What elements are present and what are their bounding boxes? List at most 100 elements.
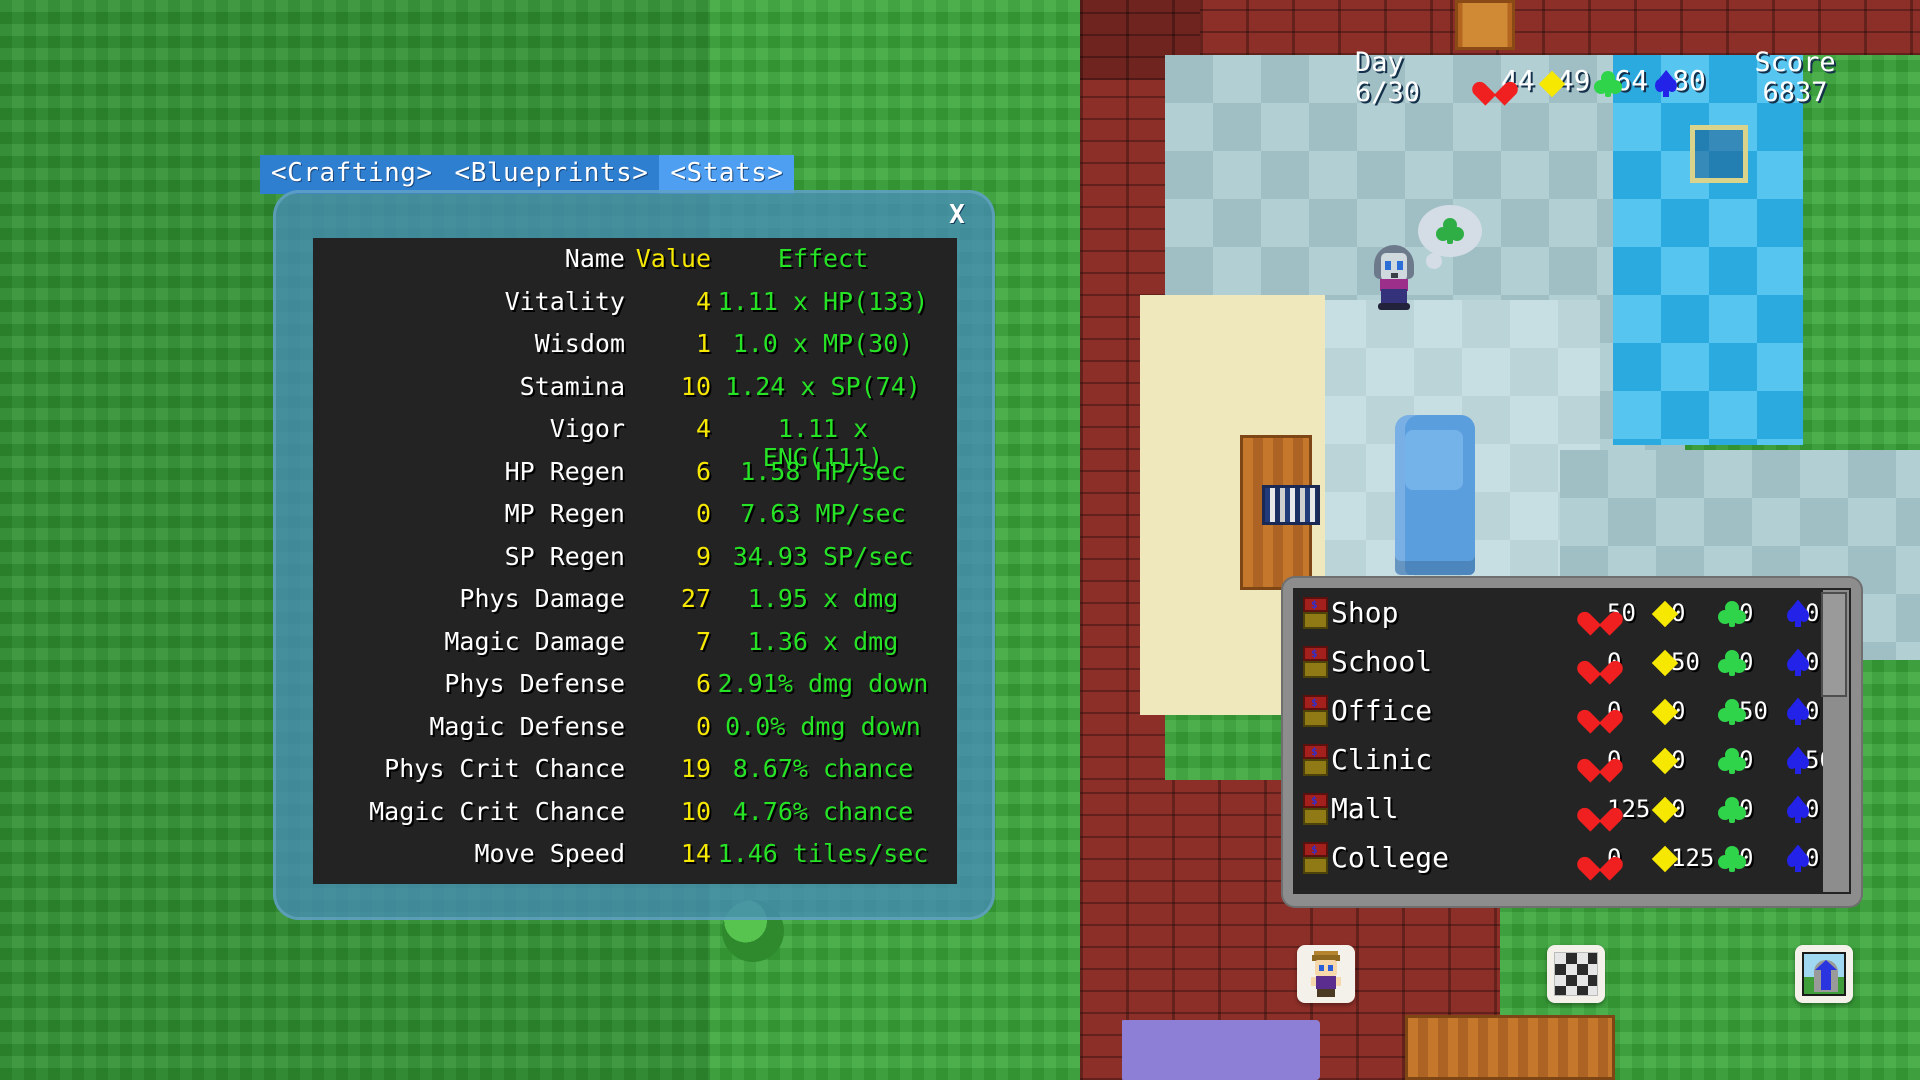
stat-effect: 1.58 HP/sec bbox=[740, 456, 906, 486]
cost-club: 0 bbox=[1718, 795, 1784, 823]
list-item[interactable]: $ Shop 50 0 0 0 bbox=[1293, 588, 1851, 637]
cost-club: 0 bbox=[1718, 844, 1784, 872]
spade-icon bbox=[1784, 648, 1812, 676]
cost-heart: 50 bbox=[1586, 599, 1652, 627]
game-screen: Day 6/30 44 49 64 80 Score 6837 <Craftin… bbox=[0, 0, 1920, 1080]
building-costs: 125 0 0 0 bbox=[1586, 795, 1851, 823]
stat-effect: 1.24 x SP(74) bbox=[725, 371, 921, 401]
spade-icon bbox=[1784, 746, 1812, 774]
building-icon: $ bbox=[1303, 841, 1328, 874]
close-icon[interactable]: X bbox=[941, 198, 973, 232]
heart-icon bbox=[1586, 846, 1614, 872]
heart-icon bbox=[1586, 601, 1614, 627]
table-row: Magic Defense 0 0.0% dmg down bbox=[339, 712, 931, 755]
scrollbar-track[interactable] bbox=[1821, 590, 1849, 892]
stat-effect: 1.0 x MP(30) bbox=[732, 329, 914, 358]
stat-name: MP Regen bbox=[504, 499, 625, 528]
club-icon bbox=[1718, 600, 1746, 627]
building-icon: $ bbox=[1303, 596, 1328, 629]
stat-name: Vitality bbox=[504, 286, 625, 316]
building-name: School bbox=[1331, 645, 1433, 678]
table-row: Magic Crit Chance 10 4.76% chance bbox=[339, 797, 931, 840]
building-costs: 0 0 0 50 bbox=[1586, 746, 1851, 774]
spade-icon bbox=[1784, 599, 1812, 627]
spade-icon bbox=[1784, 697, 1812, 725]
heart-icon bbox=[1586, 797, 1614, 823]
club-icon bbox=[1718, 747, 1746, 774]
building-costs: 0 50 0 0 bbox=[1586, 648, 1851, 676]
resource-spade: 80 bbox=[1652, 64, 1706, 97]
building-name: Clinic bbox=[1331, 743, 1433, 776]
building-costs: 50 0 0 0 bbox=[1586, 599, 1851, 627]
cost-diamond: 0 bbox=[1651, 795, 1718, 823]
club-icon bbox=[1718, 845, 1746, 872]
spade-icon bbox=[1784, 795, 1812, 823]
day-value: 6/30 bbox=[1355, 77, 1421, 109]
heart-icon bbox=[1586, 748, 1614, 774]
character-button[interactable] bbox=[1297, 945, 1355, 1003]
cost-heart: 0 bbox=[1586, 697, 1652, 725]
building-icon: $ bbox=[1303, 792, 1328, 825]
portal-icon bbox=[1802, 952, 1846, 996]
cost-club: 0 bbox=[1718, 648, 1784, 676]
stat-effect: 7.63 MP/sec bbox=[740, 499, 906, 528]
brick-wall bbox=[1080, 1000, 1122, 1080]
stat-effect: 4.76% chance bbox=[732, 796, 914, 826]
checkerboard-icon bbox=[1554, 952, 1598, 996]
stat-value: 9 bbox=[695, 541, 711, 571]
list-item[interactable]: $ Mall 125 0 0 0 bbox=[1293, 784, 1851, 833]
cost-diamond: 125 bbox=[1651, 844, 1718, 872]
resource-club: 64 bbox=[1594, 64, 1648, 97]
building-name: College bbox=[1331, 841, 1450, 874]
stat-value: 6 bbox=[695, 456, 711, 486]
stat-value: 4 bbox=[695, 414, 711, 443]
list-item[interactable]: $ College 0 125 0 0 bbox=[1293, 833, 1851, 882]
tab-crafting[interactable]: <Crafting> bbox=[260, 155, 444, 195]
cost-heart: 0 bbox=[1586, 648, 1652, 676]
table-row: Stamina 10 1.24 x SP(74) bbox=[339, 372, 931, 415]
building-costs: 0 125 0 0 bbox=[1586, 844, 1851, 872]
club-icon bbox=[1594, 71, 1623, 97]
score-label: Score bbox=[1754, 47, 1836, 78]
stat-value: 10 bbox=[680, 796, 711, 826]
grid-button[interactable] bbox=[1547, 945, 1605, 1003]
stat-value: 6 bbox=[695, 669, 711, 698]
tab-blueprints[interactable]: <Blueprints> bbox=[443, 155, 660, 195]
stat-effect: 1.36 x dmg bbox=[747, 626, 899, 656]
npc-character[interactable] bbox=[1372, 205, 1492, 315]
day-counter: Day 6/30 bbox=[1355, 47, 1465, 109]
travel-button[interactable] bbox=[1795, 945, 1853, 1003]
stat-effect: 1.95 x dmg bbox=[747, 584, 899, 613]
stat-value: 19 bbox=[680, 754, 711, 783]
building-costs: 0 0 50 0 bbox=[1586, 697, 1851, 725]
rug bbox=[1120, 1020, 1320, 1080]
table-row: Magic Damage 7 1.36 x dmg bbox=[339, 627, 931, 670]
brick-wall bbox=[1200, 0, 1450, 55]
heart-icon bbox=[1481, 71, 1509, 97]
resource-heart: 44 bbox=[1481, 64, 1535, 97]
stat-name: Vigor bbox=[549, 414, 625, 443]
stat-name: Stamina bbox=[519, 371, 625, 401]
stat-value: 10 bbox=[680, 371, 711, 401]
spade-icon bbox=[1652, 70, 1680, 97]
list-item[interactable]: $ Office 0 0 50 0 bbox=[1293, 686, 1851, 735]
stats-window: X Name Value Effect Vitality 4 1.11 x HP… bbox=[273, 190, 995, 920]
cost-diamond: 0 bbox=[1651, 599, 1718, 627]
stat-value: 7 bbox=[695, 626, 711, 656]
list-item[interactable]: $ School 0 50 0 0 bbox=[1293, 637, 1851, 686]
door bbox=[1455, 0, 1515, 50]
cost-heart: 125 bbox=[1586, 795, 1652, 823]
hud: Day 6/30 44 49 64 80 Score 6837 bbox=[1355, 47, 1836, 109]
table-row: Wisdom 1 1.0 x MP(30) bbox=[339, 329, 931, 372]
heart-icon bbox=[1586, 650, 1614, 676]
scrollbar-thumb[interactable] bbox=[1821, 592, 1847, 697]
stats-table: Name Value Effect Vitality 4 1.11 x HP(1… bbox=[313, 238, 957, 884]
club-icon bbox=[1718, 796, 1746, 823]
stat-value: 14 bbox=[680, 839, 711, 868]
tab-stats[interactable]: <Stats> bbox=[659, 155, 795, 195]
table-header-row: Name Value Effect bbox=[339, 244, 931, 287]
list-item[interactable]: $ Clinic 0 0 0 50 bbox=[1293, 735, 1851, 784]
stat-name: Phys Crit Chance bbox=[384, 754, 625, 783]
npc-eye bbox=[1385, 261, 1391, 270]
npc-eye bbox=[1397, 261, 1403, 270]
